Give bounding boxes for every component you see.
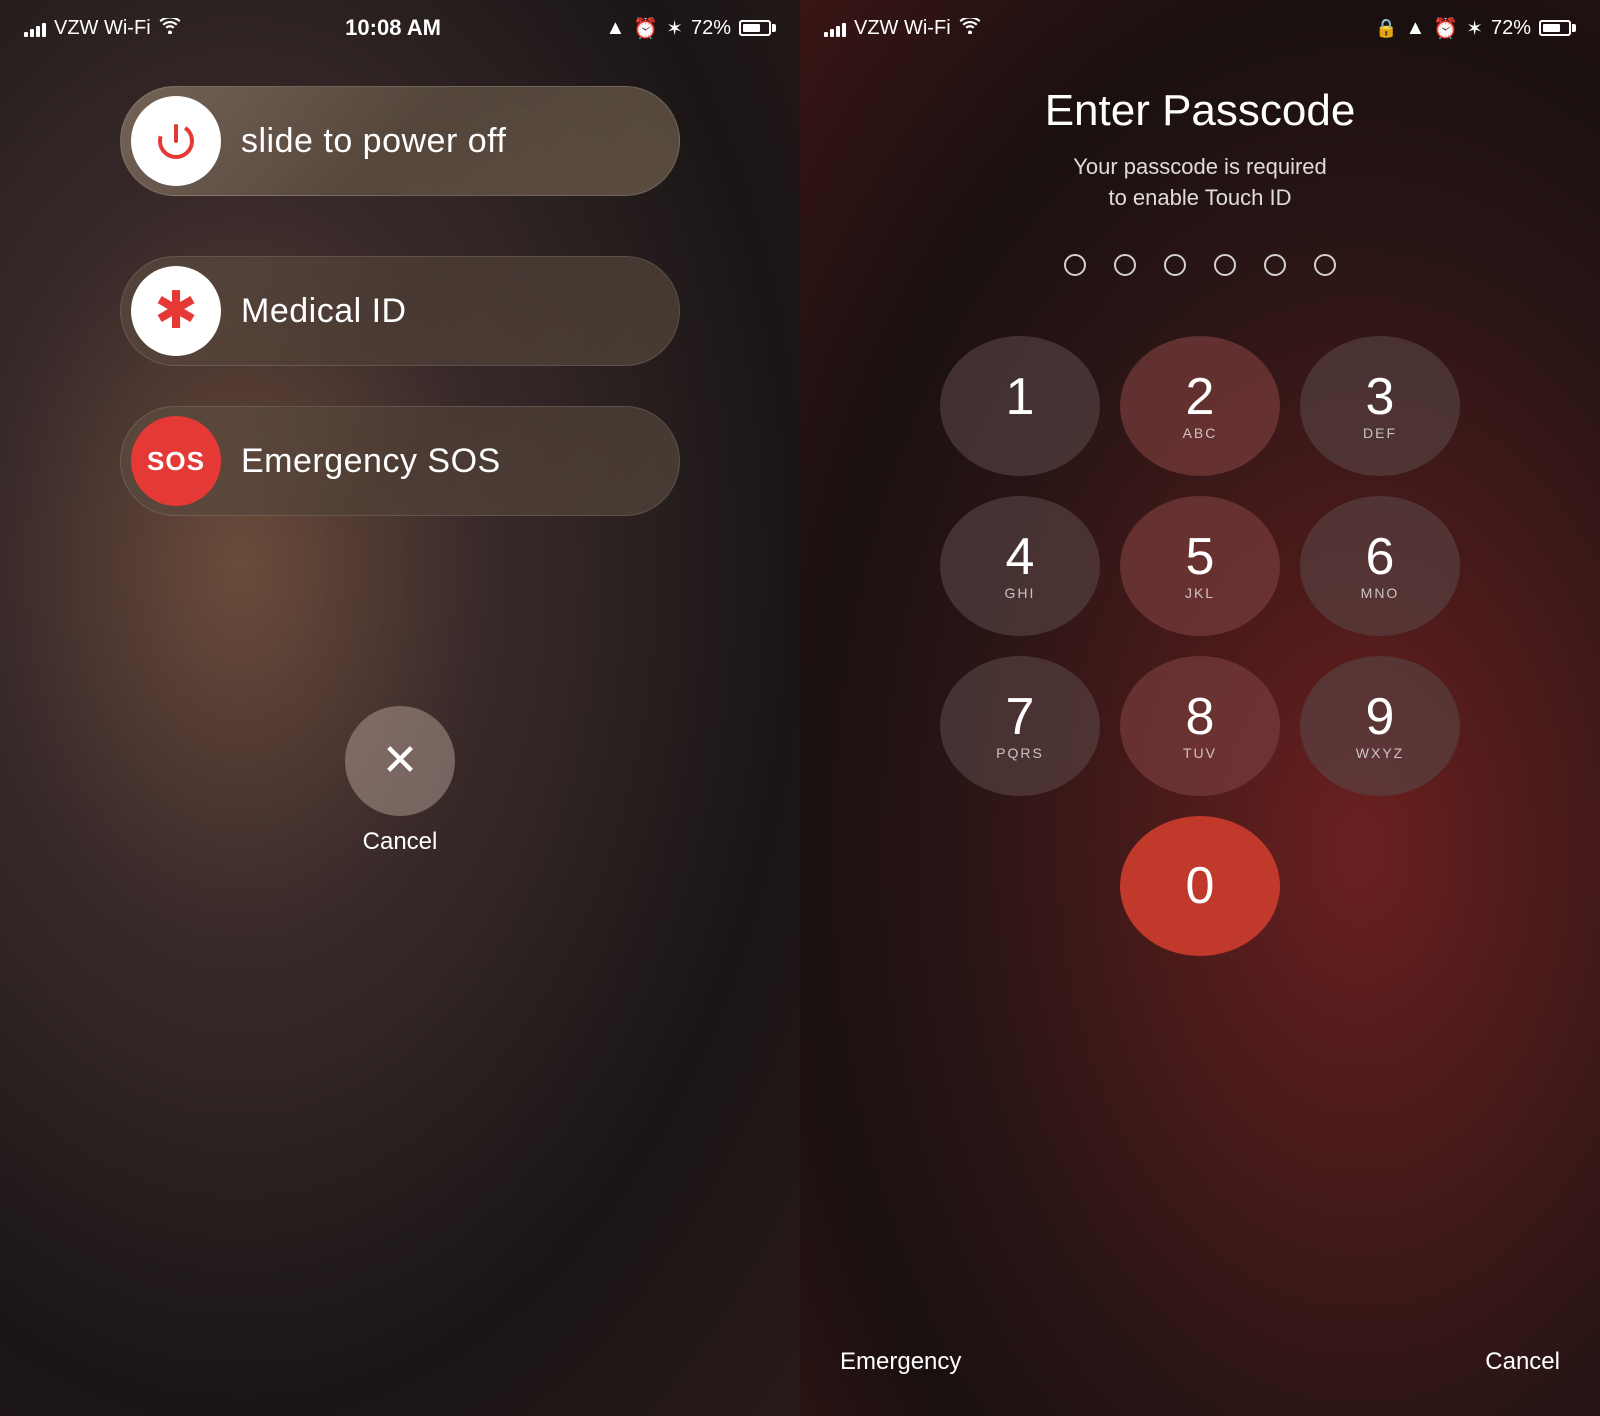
digit-5: 5 — [1186, 531, 1215, 583]
cancel-bottom-button[interactable]: Cancel — [1485, 1348, 1560, 1376]
right-wifi-icon — [959, 17, 981, 40]
power-off-label: slide to power off — [241, 122, 506, 161]
right-status-bar: VZW Wi-Fi 🔒 ▲ ⏰ ✶ 72% — [800, 0, 1600, 56]
digit-4: 4 — [1006, 531, 1035, 583]
letters-9: WXYZ — [1356, 745, 1404, 761]
battery-icon — [739, 20, 776, 36]
emergency-sos-button[interactable]: SOS Emergency SOS — [120, 406, 680, 516]
power-off-button[interactable]: slide to power off — [120, 86, 680, 196]
right-status-left: VZW Wi-Fi — [824, 17, 981, 40]
left-status-bar: VZW Wi-Fi 10:08 AM ▲ ⏰ ✶ 72% — [0, 0, 800, 56]
right-location-icon: ▲ — [1406, 17, 1426, 40]
letters-5: JKL — [1185, 585, 1215, 601]
emergency-bottom-button[interactable]: Emergency — [840, 1348, 961, 1376]
letters-3: DEF — [1363, 425, 1397, 441]
num-button-7[interactable]: 7 PQRS — [940, 656, 1100, 796]
digit-7: 7 — [1006, 691, 1035, 743]
digit-1: 1 — [1006, 371, 1035, 423]
passcode-dot-4 — [1214, 254, 1236, 276]
digit-0: 0 — [1186, 860, 1215, 912]
num-button-8[interactable]: 8 TUV — [1120, 656, 1280, 796]
passcode-dot-5 — [1264, 254, 1286, 276]
left-time: 10:08 AM — [345, 15, 441, 41]
passcode-dot-3 — [1164, 254, 1186, 276]
numpad: 1 2 ABC 3 DEF 4 GHI 5 JKL 6 MNO — [940, 336, 1460, 956]
num-button-3[interactable]: 3 DEF — [1300, 336, 1460, 476]
right-status-right: 🔒 ▲ ⏰ ✶ 72% — [1375, 16, 1576, 41]
right-alarm-icon: ⏰ — [1433, 16, 1458, 41]
letters-4: GHI — [1005, 585, 1036, 601]
lock-icon: 🔒 — [1375, 18, 1397, 39]
medical-id-label: Medical ID — [241, 292, 407, 331]
asterisk-icon: ✱ — [154, 285, 198, 337]
digit-6: 6 — [1366, 531, 1395, 583]
empty-cell-left — [940, 816, 1100, 956]
enter-passcode-title: Enter Passcode — [1045, 86, 1356, 136]
cancel-label: Cancel — [363, 828, 438, 856]
right-battery-percent: 72% — [1491, 17, 1531, 40]
num-button-6[interactable]: 6 MNO — [1300, 496, 1460, 636]
num-button-4[interactable]: 4 GHI — [940, 496, 1100, 636]
right-carrier-label: VZW Wi-Fi — [854, 17, 951, 40]
wifi-icon — [159, 17, 181, 40]
letters-2: ABC — [1183, 425, 1218, 441]
digit-8: 8 — [1186, 691, 1215, 743]
bluetooth-icon: ✶ — [666, 16, 683, 41]
num-button-0[interactable]: 0 — [1120, 816, 1280, 956]
passcode-dots — [1064, 254, 1336, 276]
digit-9: 9 — [1366, 691, 1395, 743]
num-button-9[interactable]: 9 WXYZ — [1300, 656, 1460, 796]
passcode-dot-1 — [1064, 254, 1086, 276]
right-screen: VZW Wi-Fi 🔒 ▲ ⏰ ✶ 72% Enter Passcode — [800, 0, 1600, 1416]
sos-badge: SOS — [147, 446, 205, 477]
empty-cell-right — [1300, 816, 1460, 956]
letters-8: TUV — [1183, 745, 1217, 761]
medical-id-button[interactable]: ✱ Medical ID — [120, 256, 680, 366]
right-main-content: Enter Passcode Your passcode is required… — [800, 56, 1600, 1016]
num-button-1[interactable]: 1 — [940, 336, 1100, 476]
letters-6: MNO — [1361, 585, 1400, 601]
digit-3: 3 — [1366, 371, 1395, 423]
location-icon: ▲ — [605, 17, 625, 40]
emergency-sos-label: Emergency SOS — [241, 442, 501, 481]
right-battery-icon — [1539, 20, 1576, 36]
left-status-left: VZW Wi-Fi — [24, 17, 181, 40]
digit-2: 2 — [1186, 371, 1215, 423]
cancel-button[interactable]: ✕ — [345, 706, 455, 816]
alarm-icon: ⏰ — [633, 16, 658, 41]
left-screen: VZW Wi-Fi 10:08 AM ▲ ⏰ ✶ 72% — [0, 0, 800, 1416]
passcode-subtitle: Your passcode is requiredto enable Touch… — [1073, 152, 1327, 214]
carrier-label: VZW Wi-Fi — [54, 17, 151, 40]
right-signal-bars — [824, 19, 846, 37]
left-status-right: ▲ ⏰ ✶ 72% — [605, 16, 776, 41]
battery-percent: 72% — [691, 17, 731, 40]
passcode-dot-2 — [1114, 254, 1136, 276]
letters-7: PQRS — [996, 745, 1044, 761]
right-bluetooth-icon: ✶ — [1466, 16, 1483, 41]
sos-icon-circle: SOS — [131, 416, 221, 506]
power-icon-circle — [131, 96, 221, 186]
passcode-dot-6 — [1314, 254, 1336, 276]
num-button-2[interactable]: 2 ABC — [1120, 336, 1280, 476]
cancel-area: ✕ Cancel — [345, 706, 455, 856]
close-icon: ✕ — [382, 739, 419, 783]
num-button-5[interactable]: 5 JKL — [1120, 496, 1280, 636]
medical-icon-circle: ✱ — [131, 266, 221, 356]
right-bottom-bar: Emergency Cancel — [800, 1348, 1600, 1416]
signal-bars — [24, 19, 46, 37]
left-main-content: slide to power off ✱ Medical ID SOS Emer… — [0, 56, 800, 626]
